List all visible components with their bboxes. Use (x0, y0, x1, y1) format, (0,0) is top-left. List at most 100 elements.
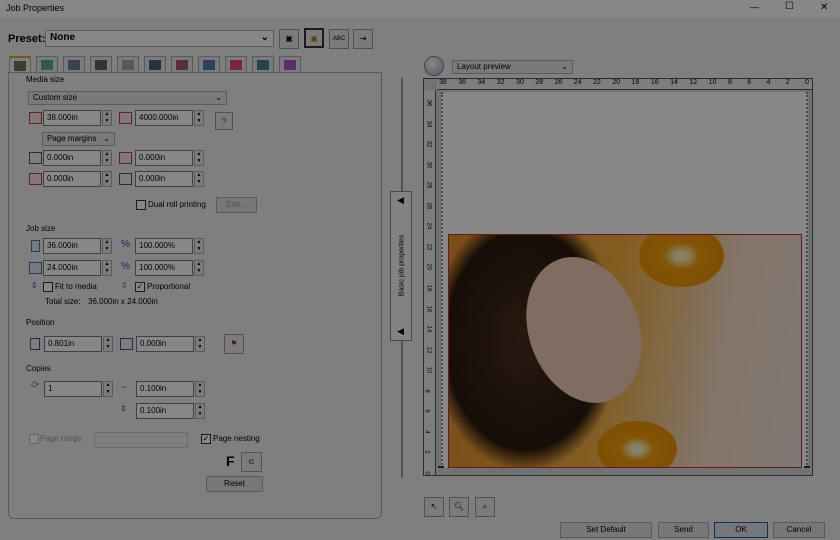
spell-button[interactable]: ABC (329, 29, 349, 49)
margin-top-input[interactable]: 0.000in (135, 150, 193, 166)
margin-bottom-spinner[interactable]: ▲ ▼ (194, 171, 204, 187)
tab-layout[interactable] (36, 56, 58, 73)
tab-media[interactable] (9, 56, 31, 73)
height-icon (119, 112, 132, 124)
job-height-input[interactable]: 24.000in (43, 260, 101, 276)
maximize-button[interactable]: ☐ (785, 1, 794, 12)
save-as-icon: ▣ (310, 34, 318, 43)
edit-button[interactable]: Edit... (216, 197, 257, 213)
horizontal-gap-spinner[interactable]: ▲ ▼ (195, 381, 205, 397)
basic-job-properties-toggle[interactable]: ◀ Basic job properties ◀ (390, 191, 412, 341)
import-icon: ⇥ (359, 34, 367, 43)
margin-right-input[interactable]: 0.000in (43, 171, 101, 187)
orange-bottom (597, 421, 677, 467)
job-width-spinner[interactable]: ▲ ▼ (102, 238, 112, 254)
zoom-out-tool-button[interactable]: ⌕ (475, 497, 495, 517)
ruler-tick-label: 36 (425, 99, 432, 107)
fit-to-media-label: Fit to media (55, 282, 97, 291)
collapse-arrow-icon[interactable]: ◀ (397, 326, 404, 337)
ruler-tick-label: 24 (425, 222, 432, 230)
copies-spinner[interactable]: ▲ ▼ (103, 381, 113, 397)
margin-left-input[interactable]: 0.000in (43, 150, 101, 166)
ruler-tick-label: 20 (425, 264, 432, 271)
media-size-select[interactable]: Custom size ⌄ (28, 91, 227, 105)
send-button[interactable]: Send (658, 522, 709, 538)
import-button[interactable]: ⇥ (353, 29, 373, 49)
preview-mode-select[interactable]: Layout preview ⌄ (452, 60, 573, 74)
save-preset-button[interactable]: ▣ (279, 29, 299, 49)
reset-button[interactable]: Reset (206, 476, 263, 492)
tab-crop[interactable] (144, 56, 166, 73)
horizontal-gap-input[interactable]: 0.100in (136, 381, 194, 397)
color-bars-icon (176, 60, 188, 70)
position-heading: Position (26, 318, 55, 327)
preview-refresh-button[interactable] (424, 56, 444, 76)
job-width-percent-spinner[interactable]: ▲ ▼ (194, 238, 204, 254)
tab-house[interactable] (252, 56, 274, 73)
collapse-arrow-icon[interactable]: ◀ (397, 195, 404, 206)
tab-color-profile[interactable] (279, 56, 301, 73)
tab-printer[interactable] (90, 56, 112, 73)
job-height-percent-spinner[interactable]: ▲ ▼ (194, 260, 204, 276)
margin-right-icon (29, 173, 42, 185)
page-margins-select[interactable]: Page margins ⌄ (42, 132, 115, 146)
tab-page[interactable] (63, 56, 85, 73)
job-width-input[interactable]: 36.000in (43, 238, 101, 254)
margin-top-spinner[interactable]: ▲ ▼ (194, 150, 204, 166)
media-width-input[interactable]: 38.000in (43, 110, 101, 126)
vertical-gap-spinner[interactable]: ▲ ▼ (195, 403, 205, 419)
tab-ink[interactable] (225, 56, 247, 73)
job-height-spinner[interactable]: ▲ ▼ (102, 260, 112, 276)
minimize-button[interactable]: — (750, 2, 759, 12)
cancel-button[interactable]: Cancel (773, 522, 825, 538)
font-button[interactable]: F (226, 453, 235, 469)
tab-color-bars[interactable] (171, 56, 193, 73)
job-image[interactable] (448, 234, 802, 468)
fit-to-media-checkbox[interactable] (43, 282, 53, 292)
preset-select[interactable]: None ⌄ (45, 30, 274, 47)
pointer-tool-button[interactable]: ↖ (424, 497, 444, 517)
dual-roll-checkbox[interactable] (136, 200, 146, 210)
page-nesting-checkbox[interactable]: ✓ (201, 434, 211, 444)
job-width-percent-input[interactable]: 100.000% (135, 238, 193, 254)
close-button[interactable]: ✕ (820, 2, 828, 13)
margin-bottom-input[interactable]: 0.000in (135, 171, 193, 187)
ok-button[interactable]: OK (714, 522, 768, 538)
position-y-spinner[interactable]: ▲ ▼ (195, 336, 205, 352)
ruler-tick-label: 18 (425, 284, 432, 292)
margin-right-spinner[interactable]: ▲ ▼ (102, 171, 112, 187)
dual-roll-label: Dual roll printing (148, 200, 206, 209)
media-info-button[interactable]: ? (215, 112, 233, 130)
tab-stack[interactable] (198, 56, 220, 73)
position-y-input[interactable]: 0.000in (136, 336, 194, 352)
fit-icon: ⇕ (31, 281, 38, 290)
media-width-spinner[interactable]: ▲ ▼ (102, 110, 112, 126)
position-anchor-button[interactable]: ⚑ (224, 334, 244, 354)
tab-grid[interactable] (117, 56, 139, 73)
page-range-input[interactable] (94, 432, 188, 448)
media-height-spinner[interactable]: ▲ ▼ (194, 110, 204, 126)
vertical-gap-input[interactable]: 0.100in (136, 403, 194, 419)
margin-left-spinner[interactable]: ▲ ▼ (102, 150, 112, 166)
position-x-input[interactable]: 0.801in (44, 336, 102, 352)
ruler-tick-label: 2 (423, 450, 430, 455)
save-as-preset-button[interactable]: ▣ (304, 28, 324, 48)
zoom-out-icon: ⌕ (482, 502, 488, 511)
chevron-down-icon: ⌄ (215, 93, 222, 102)
media-height-input[interactable]: 4000.000in (135, 110, 193, 126)
set-default-button[interactable]: Set Default (560, 522, 652, 538)
job-height-percent-input[interactable]: 100.000% (135, 260, 193, 276)
ruler-tick-label: 22 (425, 243, 432, 251)
ruler-tick-label: 18 (631, 79, 640, 86)
copies-input[interactable]: 1 (44, 381, 102, 397)
zoom-tool-button[interactable]: 🔍︎ (449, 497, 469, 517)
position-x-spinner[interactable]: ▲ ▼ (103, 336, 113, 352)
page-range-checkbox[interactable] (29, 434, 39, 444)
chevron-down-icon: ⌄ (260, 32, 269, 43)
nesting-options-button[interactable]: ⊂ (241, 452, 262, 472)
proportional-checkbox[interactable]: ✓ (135, 282, 145, 292)
ruler-tick-label: 12 (425, 346, 432, 353)
ruler-tick-label: 6 (423, 409, 430, 413)
title-bar: Job Properties — ☐ ✕ (0, 0, 840, 18)
ruler-tick-label: 8 (423, 389, 430, 393)
